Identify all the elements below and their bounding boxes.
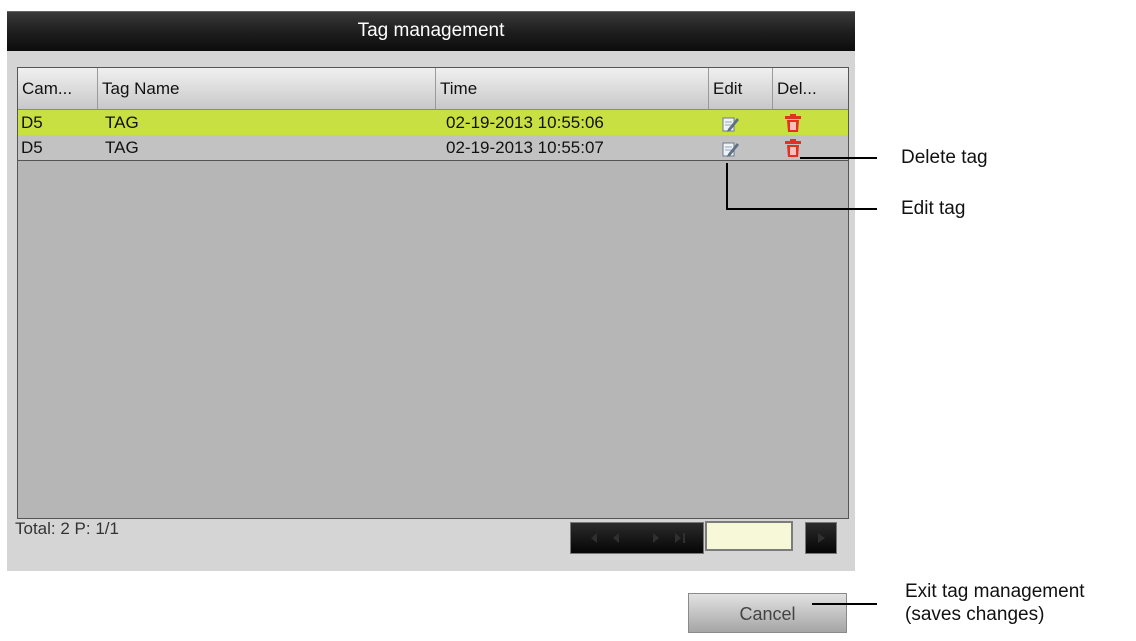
page-navigation-arrows-icon [591, 533, 685, 543]
column-header-camera[interactable]: Cam... [18, 68, 98, 109]
table-row[interactable]: D5 TAG 02-19-2013 10:55:07 [18, 135, 848, 161]
time-cell: 02-19-2013 10:55:06 [446, 113, 604, 132]
cancel-callout-line [812, 603, 877, 605]
edit-tag-annotation: Edit tag [901, 198, 966, 219]
exit-tag-management-annotation: Exit tag management [905, 581, 1085, 602]
page-navigation-buttons[interactable] [570, 522, 704, 554]
column-header-tag-name[interactable]: Tag Name [98, 68, 436, 109]
table-row[interactable]: D5 TAG 02-19-2013 10:55:06 [18, 110, 848, 135]
trash-icon[interactable] [783, 113, 803, 133]
table-header: Cam... Tag Name Time Edit Del... [18, 68, 848, 110]
tag-name-cell: TAG [105, 138, 139, 157]
tag-management-panel: Cam... Tag Name Time Edit Del... D5 TAG … [7, 51, 855, 571]
column-header-time[interactable]: Time [436, 68, 709, 109]
go-arrow-icon [818, 533, 825, 543]
window-title: Tag management [7, 11, 855, 52]
tag-table: Cam... Tag Name Time Edit Del... D5 TAG … [17, 67, 849, 519]
tag-name-cell: TAG [105, 113, 139, 132]
column-header-edit[interactable]: Edit [709, 68, 773, 109]
saves-changes-annotation: (saves changes) [905, 604, 1045, 625]
edit-callout-line-horizontal [726, 208, 877, 210]
page-number-input[interactable] [705, 521, 793, 551]
column-header-delete[interactable]: Del... [773, 68, 848, 109]
total-pages-label: Total: 2 P: 1/1 [15, 519, 119, 538]
edit-icon[interactable] [720, 113, 740, 133]
time-cell: 02-19-2013 10:55:07 [446, 138, 604, 157]
camera-cell: D5 [21, 138, 43, 157]
trash-icon[interactable] [783, 138, 803, 158]
cancel-button[interactable]: Cancel [688, 593, 847, 633]
edit-icon[interactable] [720, 138, 740, 158]
delete-tag-annotation: Delete tag [901, 147, 988, 168]
camera-cell: D5 [21, 113, 43, 132]
go-to-page-button[interactable] [805, 522, 837, 554]
delete-callout-line [800, 157, 877, 159]
edit-callout-line-vertical [726, 163, 728, 209]
